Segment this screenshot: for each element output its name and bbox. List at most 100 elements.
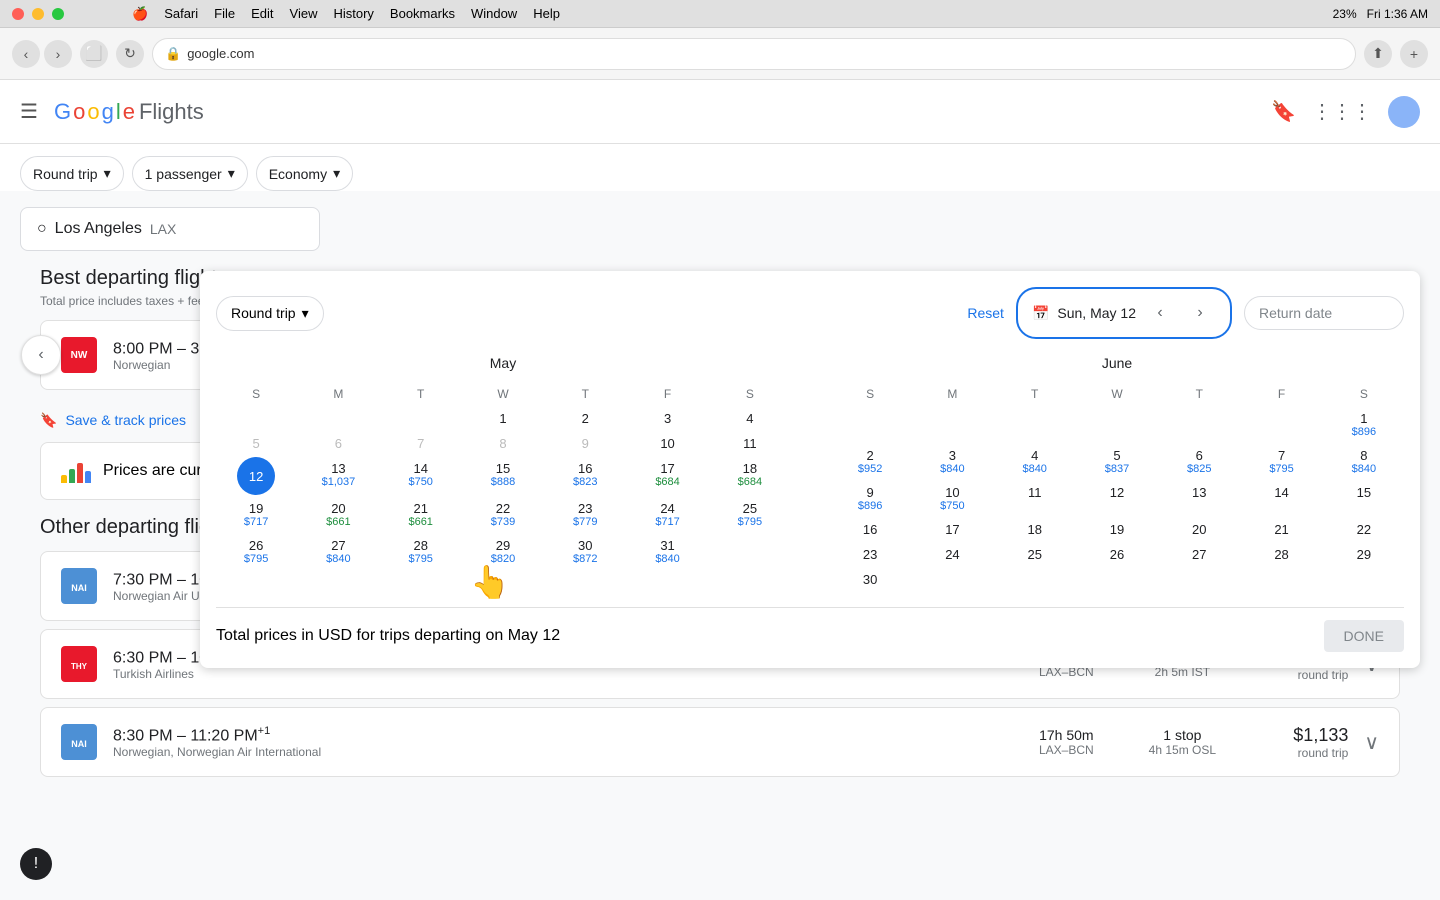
other-flight-3-expand-icon[interactable]: ∨	[1364, 730, 1379, 755]
may-day-21[interactable]: 21$661	[381, 497, 461, 532]
mac-menu-safari[interactable]: Safari	[164, 6, 198, 22]
june-day-13[interactable]: 13	[1159, 481, 1239, 516]
june-day-21[interactable]: 21	[1241, 518, 1321, 541]
june-day-18[interactable]: 18	[995, 518, 1075, 541]
may-day-25[interactable]: 25$795	[710, 497, 790, 532]
done-button[interactable]: DONE	[1324, 620, 1404, 652]
menu-icon[interactable]: ☰	[20, 99, 38, 124]
june-day-8[interactable]: 8$840	[1324, 444, 1404, 479]
calendars-container: May S M T W T F S 1 2 3 4	[216, 355, 1404, 591]
may-day-17[interactable]: 17$684	[627, 457, 707, 495]
feedback-button[interactable]: !	[20, 848, 52, 880]
june-day-30[interactable]: 30	[830, 568, 910, 591]
may-day-20[interactable]: 20$661	[298, 497, 378, 532]
may-day-10[interactable]: 10	[627, 432, 707, 455]
may-day-27[interactable]: 27$840	[298, 534, 378, 569]
may-day-15[interactable]: 15$888	[463, 457, 543, 495]
may-day-11[interactable]: 11	[710, 432, 790, 455]
calendar-reset-button[interactable]: Reset	[967, 305, 1004, 321]
june-day-9[interactable]: 9$896	[830, 481, 910, 516]
mac-menu-file[interactable]: File	[214, 6, 235, 22]
forward-button[interactable]: ›	[44, 40, 72, 68]
may-day-18[interactable]: 18$684	[710, 457, 790, 495]
may-day-3[interactable]: 3	[627, 407, 707, 430]
june-day-25[interactable]: 25	[995, 543, 1075, 566]
sidebar-toggle-button[interactable]: ⬜	[80, 40, 108, 68]
june-day-19[interactable]: 19	[1077, 518, 1157, 541]
trip-type-button[interactable]: Round trip ▾	[20, 156, 124, 191]
prev-month-button[interactable]: ‹	[1144, 297, 1176, 329]
may-day-30[interactable]: 30$872	[545, 534, 625, 569]
june-day-28[interactable]: 28	[1241, 543, 1321, 566]
may-day-16[interactable]: 16$823	[545, 457, 625, 495]
june-day-10[interactable]: 10$750	[912, 481, 992, 516]
may-day-13[interactable]: 13$1,037	[298, 457, 378, 495]
may-day-23[interactable]: 23$779	[545, 497, 625, 532]
june-day-17[interactable]: 17	[912, 518, 992, 541]
url-text: google.com	[187, 46, 254, 61]
may-day-22[interactable]: 22$739	[463, 497, 543, 532]
mac-close-dot[interactable]	[12, 8, 24, 20]
june-day-12[interactable]: 12	[1077, 481, 1157, 516]
may-day-29[interactable]: 29$820	[463, 534, 543, 569]
june-day-14[interactable]: 14	[1241, 481, 1321, 516]
june-day-5[interactable]: 5$837	[1077, 444, 1157, 479]
june-day-24[interactable]: 24	[912, 543, 992, 566]
flights-text: Flights	[139, 99, 204, 125]
mac-menu-help[interactable]: Help	[533, 6, 560, 22]
mac-menu-view[interactable]: View	[290, 6, 318, 22]
mac-menu-edit[interactable]: Edit	[251, 6, 273, 22]
june-day-1[interactable]: 1$896	[1324, 407, 1404, 442]
origin-input[interactable]: ○ Los Angeles LAX	[20, 207, 320, 251]
june-day-22[interactable]: 22	[1324, 518, 1404, 541]
june-day-header-f1: F	[1241, 383, 1321, 405]
mac-menu-apple[interactable]: 🍎	[132, 6, 148, 22]
share-button[interactable]: ⬆	[1364, 40, 1392, 68]
may-day-31[interactable]: 31$840	[627, 534, 707, 569]
june-day-29[interactable]: 29	[1324, 543, 1404, 566]
june-day-26[interactable]: 26	[1077, 543, 1157, 566]
new-tab-button[interactable]: +	[1400, 40, 1428, 68]
may-day-26[interactable]: 26$795	[216, 534, 296, 569]
june-day-3[interactable]: 3$840	[912, 444, 992, 479]
may-day-2[interactable]: 2	[545, 407, 625, 430]
apps-icon[interactable]: ⋮⋮⋮	[1312, 99, 1372, 124]
mac-menu-bookmarks[interactable]: Bookmarks	[390, 6, 455, 22]
day-header-t1: T	[381, 383, 461, 405]
next-month-button[interactable]: ›	[1184, 297, 1216, 329]
june-day-6[interactable]: 6$825	[1159, 444, 1239, 479]
may-day-empty4	[710, 534, 790, 569]
bookmark-icon[interactable]: 🔖	[1271, 99, 1296, 124]
address-bar[interactable]: 🔒 google.com	[152, 38, 1356, 70]
may-day-24[interactable]: 24$717	[627, 497, 707, 532]
class-button[interactable]: Economy ▾	[256, 156, 353, 191]
passengers-button[interactable]: 1 passenger ▾	[132, 156, 248, 191]
may-day-28[interactable]: 28$795	[381, 534, 461, 569]
may-day-4[interactable]: 4	[710, 407, 790, 430]
other-flight-3[interactable]: NAI 8:30 PM – 11:20 PM+1 Norwegian, Norw…	[40, 707, 1400, 777]
return-date-input[interactable]: Return date	[1244, 296, 1404, 330]
user-avatar[interactable]	[1388, 96, 1420, 128]
mac-menu-window[interactable]: Window	[471, 6, 517, 22]
may-day-12[interactable]: 12	[216, 457, 296, 495]
june-day-4[interactable]: 4$840	[995, 444, 1075, 479]
selected-date-display[interactable]: 📅 Sun, May 12 ‹ ›	[1016, 287, 1232, 339]
june-day-27[interactable]: 27	[1159, 543, 1239, 566]
june-day-7[interactable]: 7$795	[1241, 444, 1321, 479]
mac-minimize-dot[interactable]	[32, 8, 44, 20]
back-button[interactable]: ‹	[12, 40, 40, 68]
june-day-23[interactable]: 23	[830, 543, 910, 566]
june-day-16[interactable]: 16	[830, 518, 910, 541]
may-day-19[interactable]: 19$717	[216, 497, 296, 532]
june-day-2[interactable]: 2$952	[830, 444, 910, 479]
left-nav-arrow[interactable]: ‹	[21, 335, 61, 375]
june-day-15[interactable]: 15	[1324, 481, 1404, 516]
mac-menu-history[interactable]: History	[333, 6, 373, 22]
mac-fullscreen-dot[interactable]	[52, 8, 64, 20]
may-day-14[interactable]: 14$750	[381, 457, 461, 495]
june-day-11[interactable]: 11	[995, 481, 1075, 516]
reload-button[interactable]: ↻	[116, 40, 144, 68]
calendar-trip-type-button[interactable]: Round trip ▾	[216, 296, 324, 331]
may-day-1[interactable]: 1	[463, 407, 543, 430]
june-day-20[interactable]: 20	[1159, 518, 1239, 541]
